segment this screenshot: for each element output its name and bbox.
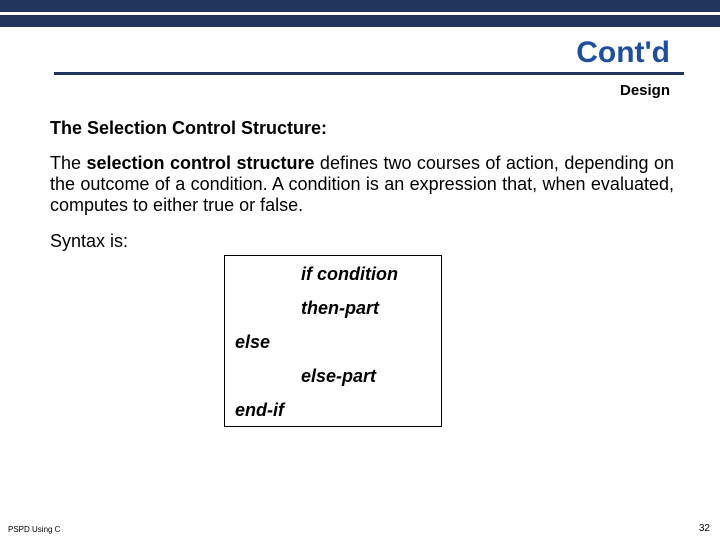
code-thenpart: then-part [301, 298, 379, 319]
syntax-row: Syntax is: [50, 231, 674, 252]
header-band-1 [0, 0, 720, 12]
page-number: 32 [699, 523, 710, 534]
section-heading: The Selection Control Structure: [50, 118, 674, 139]
code-elsepart: else-part [301, 366, 376, 387]
syntax-label: Syntax is: [50, 231, 128, 252]
header-band-2 [0, 15, 720, 27]
body-paragraph: The selection control structure defines … [50, 153, 674, 217]
code-endif: end-if [235, 400, 284, 421]
slide-title: Cont'd [576, 36, 670, 69]
syntax-code-box: if condition then-part else else-part en… [224, 255, 442, 427]
para-bold-term: selection control structure [86, 153, 314, 173]
footer-left: PSPD Using C [8, 525, 60, 534]
slide-subtitle: Design [620, 82, 670, 99]
title-underline [54, 72, 684, 75]
code-if: if condition [301, 264, 398, 285]
para-lead: The [50, 153, 86, 173]
content-area: The Selection Control Structure: The sel… [50, 118, 674, 252]
title-area: Cont'd [0, 28, 720, 74]
code-else: else [235, 332, 270, 353]
